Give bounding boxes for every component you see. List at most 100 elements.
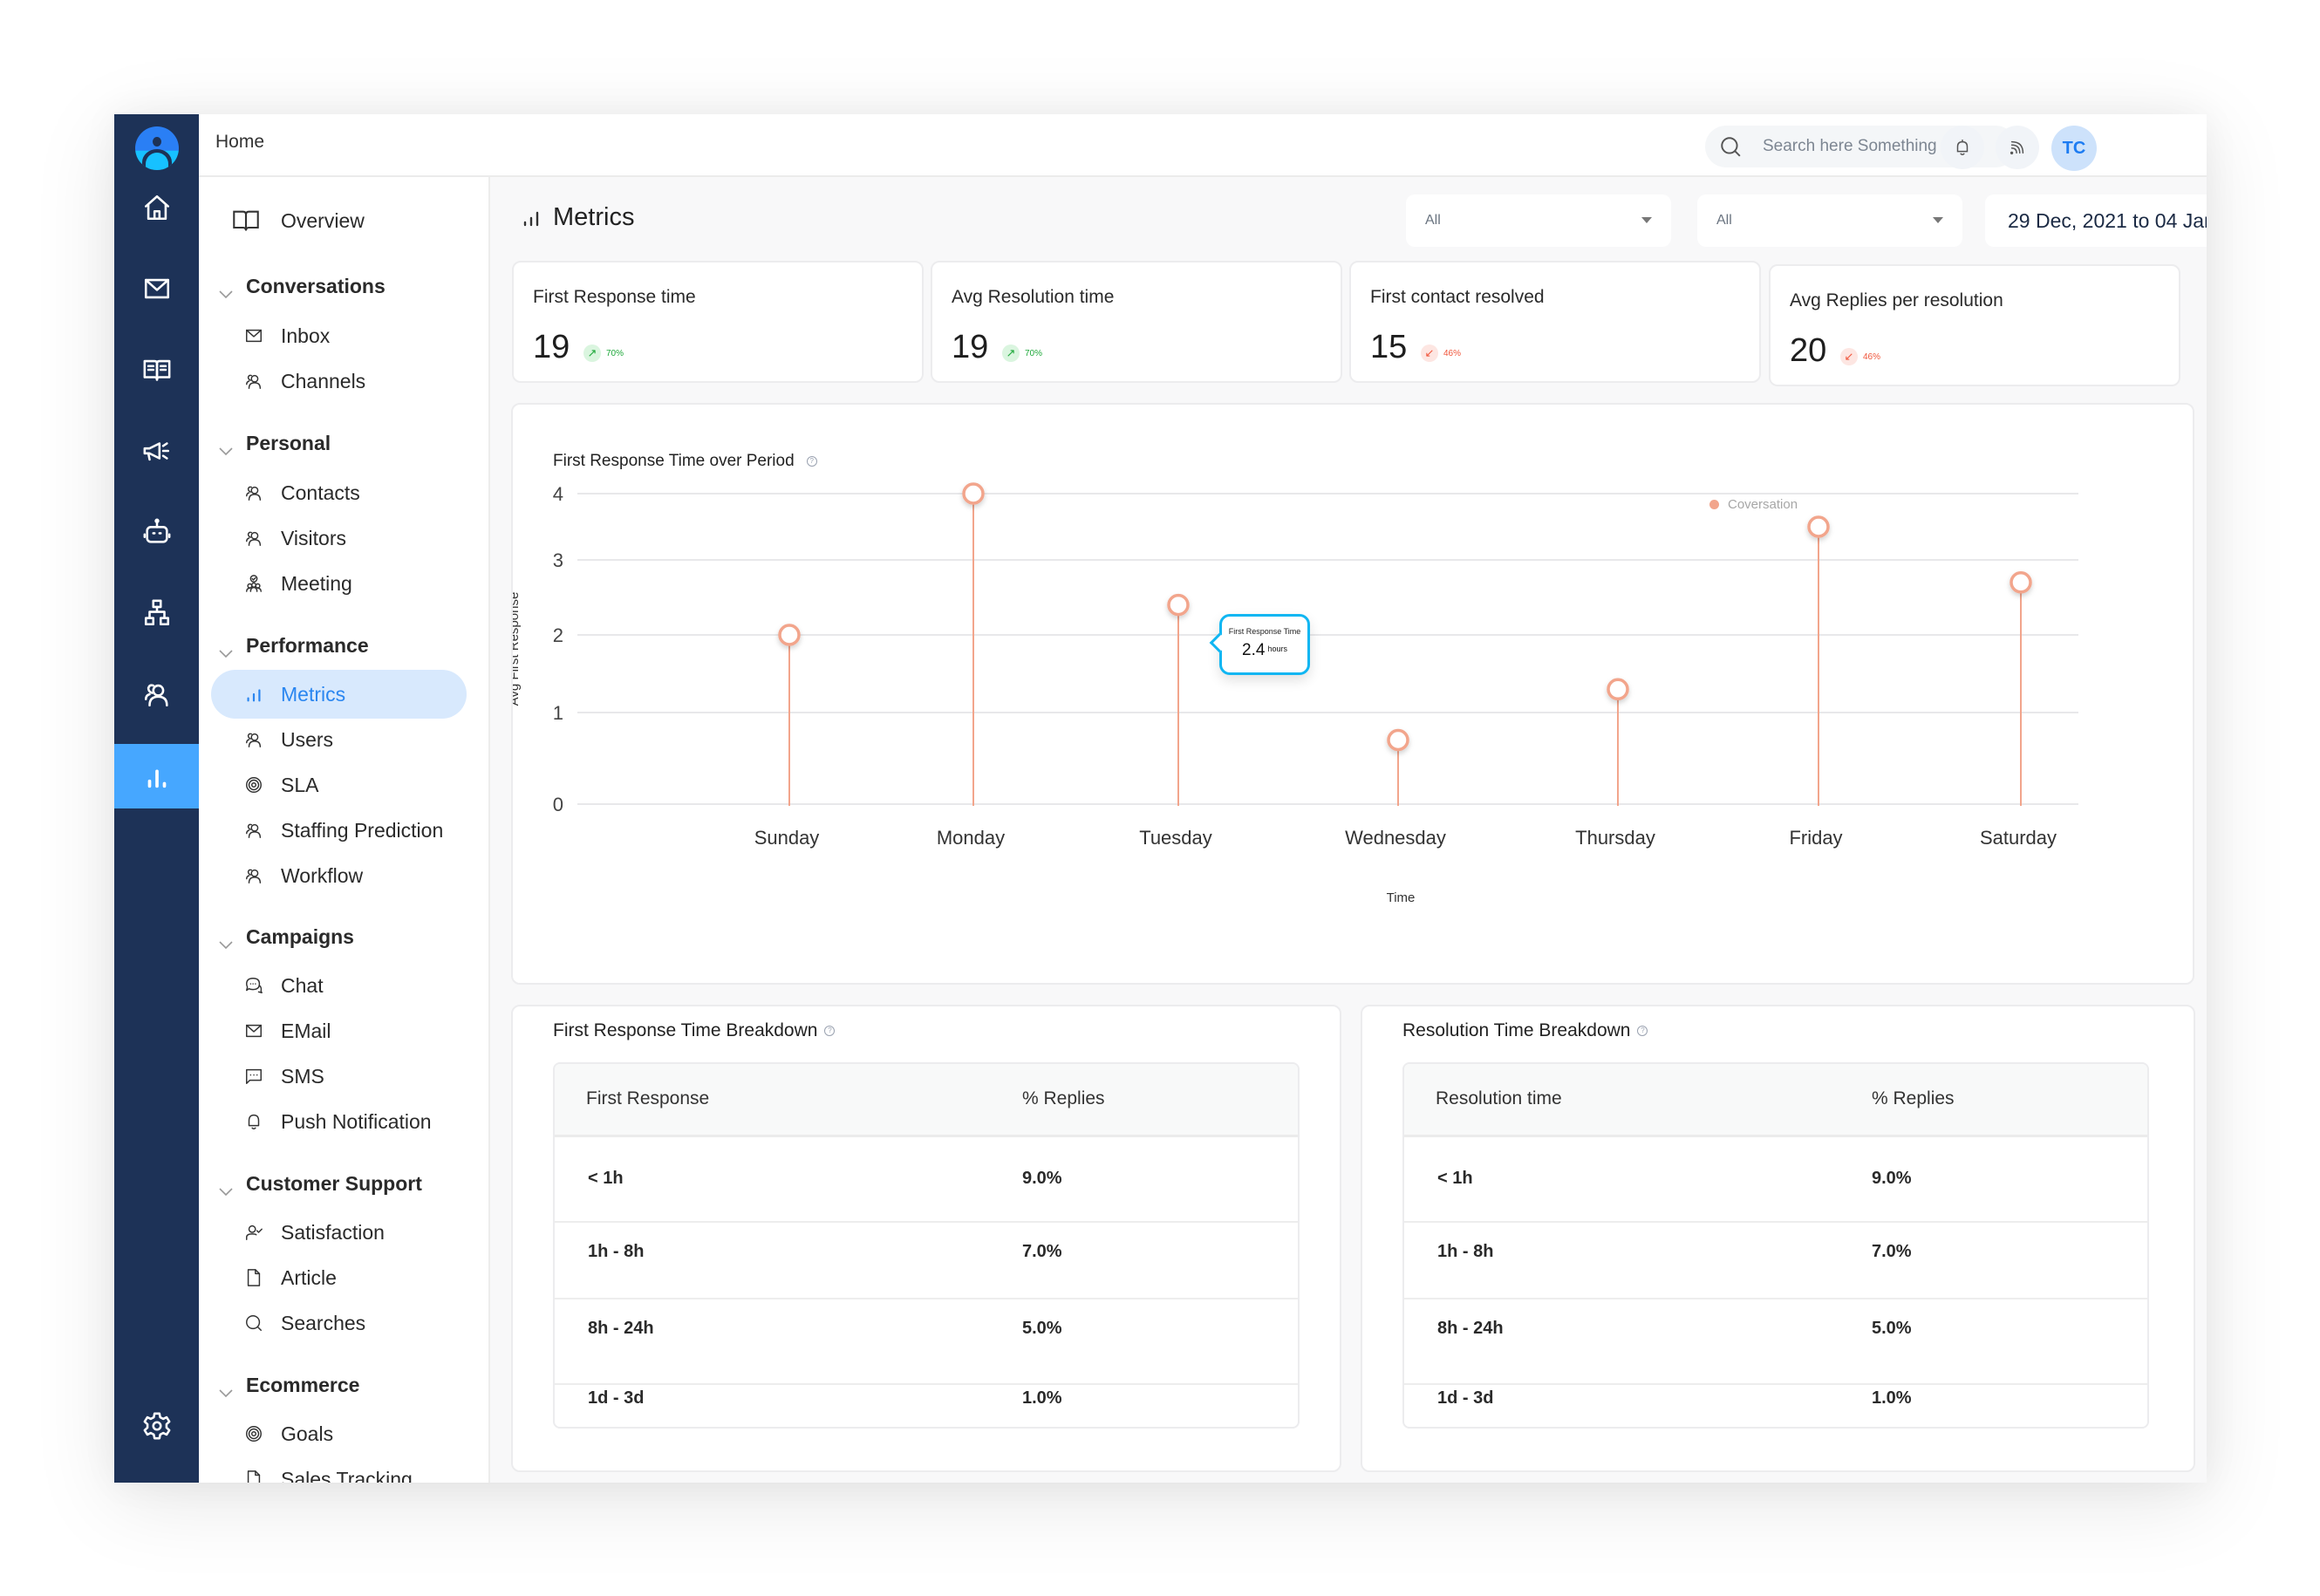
nav-item-label: EMail	[281, 1019, 331, 1042]
nav-overview-label: Overview	[281, 208, 365, 232]
kpi-delta-value: 46%	[1863, 351, 1881, 362]
cell-percent: 1.0%	[1872, 1388, 1912, 1408]
nav-item-contacts[interactable]: Contacts	[211, 468, 467, 517]
nav-item-sms[interactable]: SMS	[211, 1052, 467, 1101]
date-range-picker[interactable]: 29 Dec, 2021 to 04 Jan, 2021	[1985, 194, 2207, 247]
kpi-value: 20	[1790, 332, 1827, 369]
users-icon	[246, 869, 262, 883]
nav-item-staffing-prediction[interactable]: Staffing Prediction	[211, 806, 467, 855]
nav-item-workflow[interactable]: Workflow	[211, 851, 467, 900]
nav-item-label: Inbox	[281, 324, 331, 347]
users-icon	[246, 486, 262, 501]
rail-hierarchy[interactable]	[114, 581, 199, 645]
nav-item-metrics[interactable]: Metrics	[211, 670, 467, 719]
nav-group-campaigns[interactable]: Campaigns	[218, 925, 354, 949]
nav-item-label: Push Notification	[281, 1109, 432, 1133]
user-avatar[interactable]: TC	[2051, 126, 2097, 171]
users-icon	[246, 823, 262, 838]
column-header[interactable]: % Replies	[1022, 1088, 1105, 1109]
book-icon	[233, 210, 259, 231]
megaphone-icon	[143, 442, 169, 461]
nav-item-searches[interactable]: Searches	[211, 1299, 467, 1347]
help-icon[interactable]: ?	[1637, 1026, 1648, 1036]
cell-range: 1h - 8h	[588, 1242, 645, 1261]
book-icon	[143, 359, 170, 381]
cell-range: < 1h	[588, 1169, 624, 1188]
kpi-label: Avg Replies per resolution	[1790, 290, 2003, 310]
cell-percent: 7.0%	[1872, 1242, 1912, 1261]
nav-item-channels[interactable]: Channels	[211, 357, 467, 406]
rail-reports[interactable]	[114, 744, 199, 808]
nav-item-goals[interactable]: Goals	[211, 1409, 467, 1458]
cell-range: 1d - 3d	[588, 1388, 645, 1408]
users-icon	[246, 531, 262, 546]
data-point	[962, 482, 985, 505]
rail-settings[interactable]	[114, 1394, 199, 1458]
nav-item-chat[interactable]: Chat	[211, 961, 467, 1010]
nav-group-performance[interactable]: Performance	[218, 634, 369, 658]
cell-percent: 1.0%	[1022, 1388, 1062, 1408]
nav-item-users[interactable]: Users	[211, 715, 467, 764]
rail-home[interactable]	[114, 175, 199, 240]
nav-item-article[interactable]: Article	[211, 1253, 467, 1302]
nav-item-satisfaction[interactable]: Satisfaction	[211, 1208, 467, 1257]
column-header[interactable]: Resolution time	[1436, 1088, 1562, 1109]
chevron-down-icon	[219, 940, 233, 949]
meeting-icon	[246, 575, 262, 592]
nav-overview[interactable]: Overview	[232, 208, 365, 233]
data-point	[1387, 728, 1409, 752]
filter-select-1[interactable]: All	[1406, 194, 1671, 247]
cell-range: 8h - 24h	[588, 1319, 654, 1338]
nav-item-push-notification[interactable]: Push Notification	[211, 1097, 467, 1146]
nav-group-label: Customer Support	[246, 1172, 422, 1195]
mail-icon	[144, 278, 169, 299]
cell-range: 1d - 3d	[1437, 1388, 1494, 1408]
nav-item-visitors[interactable]: Visitors	[211, 514, 467, 563]
secondary-nav: Overview Conversations Inbox Channels Pe…	[199, 177, 490, 1483]
cell-percent: 9.0%	[1872, 1169, 1912, 1188]
nav-item-label: Goals	[281, 1422, 334, 1445]
bar-chart-icon	[247, 689, 261, 702]
filter-select-value: All	[1716, 213, 1732, 228]
nav-item-sales-tracking[interactable]: Sales Tracking	[211, 1455, 467, 1483]
rail-bots[interactable]	[114, 500, 199, 564]
icon-rail	[114, 114, 199, 1483]
column-header[interactable]: % Replies	[1872, 1088, 1955, 1109]
rail-knowledge[interactable]	[114, 338, 199, 402]
nav-group-personal[interactable]: Personal	[218, 432, 331, 455]
nav-item-label: Meeting	[281, 571, 352, 595]
feed-button[interactable]	[1996, 126, 2039, 169]
tooltip-value: 2.4	[1242, 641, 1266, 659]
nav-group-ecommerce[interactable]: Ecommerce	[218, 1374, 359, 1397]
rail-mail[interactable]	[114, 256, 199, 321]
tooltip-title: First Response Time	[1228, 627, 1301, 636]
rail-campaigns[interactable]	[114, 419, 199, 483]
nav-item-inbox[interactable]: Inbox	[211, 311, 467, 360]
cell-percent: 7.0%	[1022, 1242, 1062, 1261]
y-tick-label: 1	[553, 702, 563, 724]
column-header[interactable]: First Response	[586, 1088, 709, 1109]
nav-item-label: Sales Tracking	[281, 1467, 413, 1483]
table-header: First Response % Replies	[555, 1064, 1298, 1137]
notifications-button[interactable]	[1941, 126, 1984, 169]
bell-icon	[248, 1114, 260, 1129]
nav-item-meeting[interactable]: Meeting	[211, 559, 467, 608]
breakdown-title-text: First Response Time Breakdown	[553, 1020, 818, 1040]
resolution-breakdown-card: Resolution Time Breakdown ? Resolution t…	[1361, 1005, 2195, 1472]
nav-group-customer-support[interactable]: Customer Support	[218, 1172, 422, 1196]
filter-select-2[interactable]: All	[1697, 194, 1962, 247]
y-tick-label: 3	[553, 549, 563, 571]
app-logo[interactable]	[135, 126, 179, 170]
top-bar: Home TC	[199, 114, 2207, 177]
help-icon[interactable]: ?	[824, 1026, 836, 1036]
filter-select-value: All	[1425, 213, 1441, 228]
nav-item-email[interactable]: EMail	[211, 1006, 467, 1055]
resolution-table: Resolution time % Replies < 1h 9.0% 1h - …	[1402, 1062, 2149, 1429]
kpi-label: First contact resolved	[1370, 287, 1545, 307]
nav-group-conversations[interactable]: Conversations	[218, 275, 386, 298]
breadcrumb-home[interactable]: Home	[215, 132, 264, 153]
nav-item-sla[interactable]: SLA	[211, 760, 467, 809]
rail-contacts[interactable]	[114, 662, 199, 726]
cell-percent: 9.0%	[1022, 1169, 1062, 1188]
mail-icon	[246, 1024, 262, 1038]
